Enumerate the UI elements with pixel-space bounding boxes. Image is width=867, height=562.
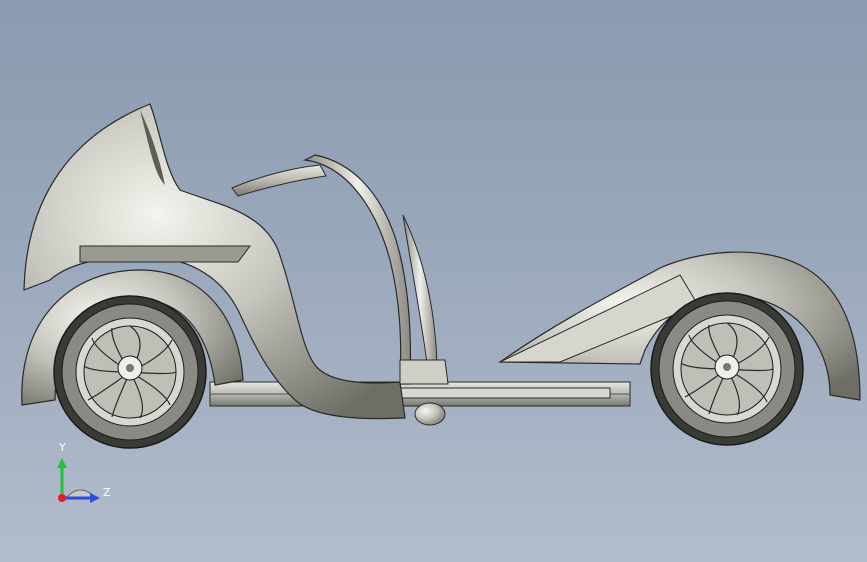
z-axis-arrowhead: [90, 493, 100, 503]
graphics-viewport[interactable]: Y Z: [0, 0, 867, 562]
frame-rail[interactable]: [209, 381, 631, 407]
y-axis-label: Y: [59, 441, 66, 454]
z-axis-label: Z: [103, 486, 111, 499]
front-wheel[interactable]: [650, 292, 804, 446]
y-axis-arrowhead: [57, 458, 67, 468]
rear-wheel[interactable]: [53, 295, 207, 449]
origin-dot: [58, 494, 66, 502]
vehicle-model[interactable]: [0, 0, 867, 562]
coordinate-triad: [57, 458, 100, 503]
